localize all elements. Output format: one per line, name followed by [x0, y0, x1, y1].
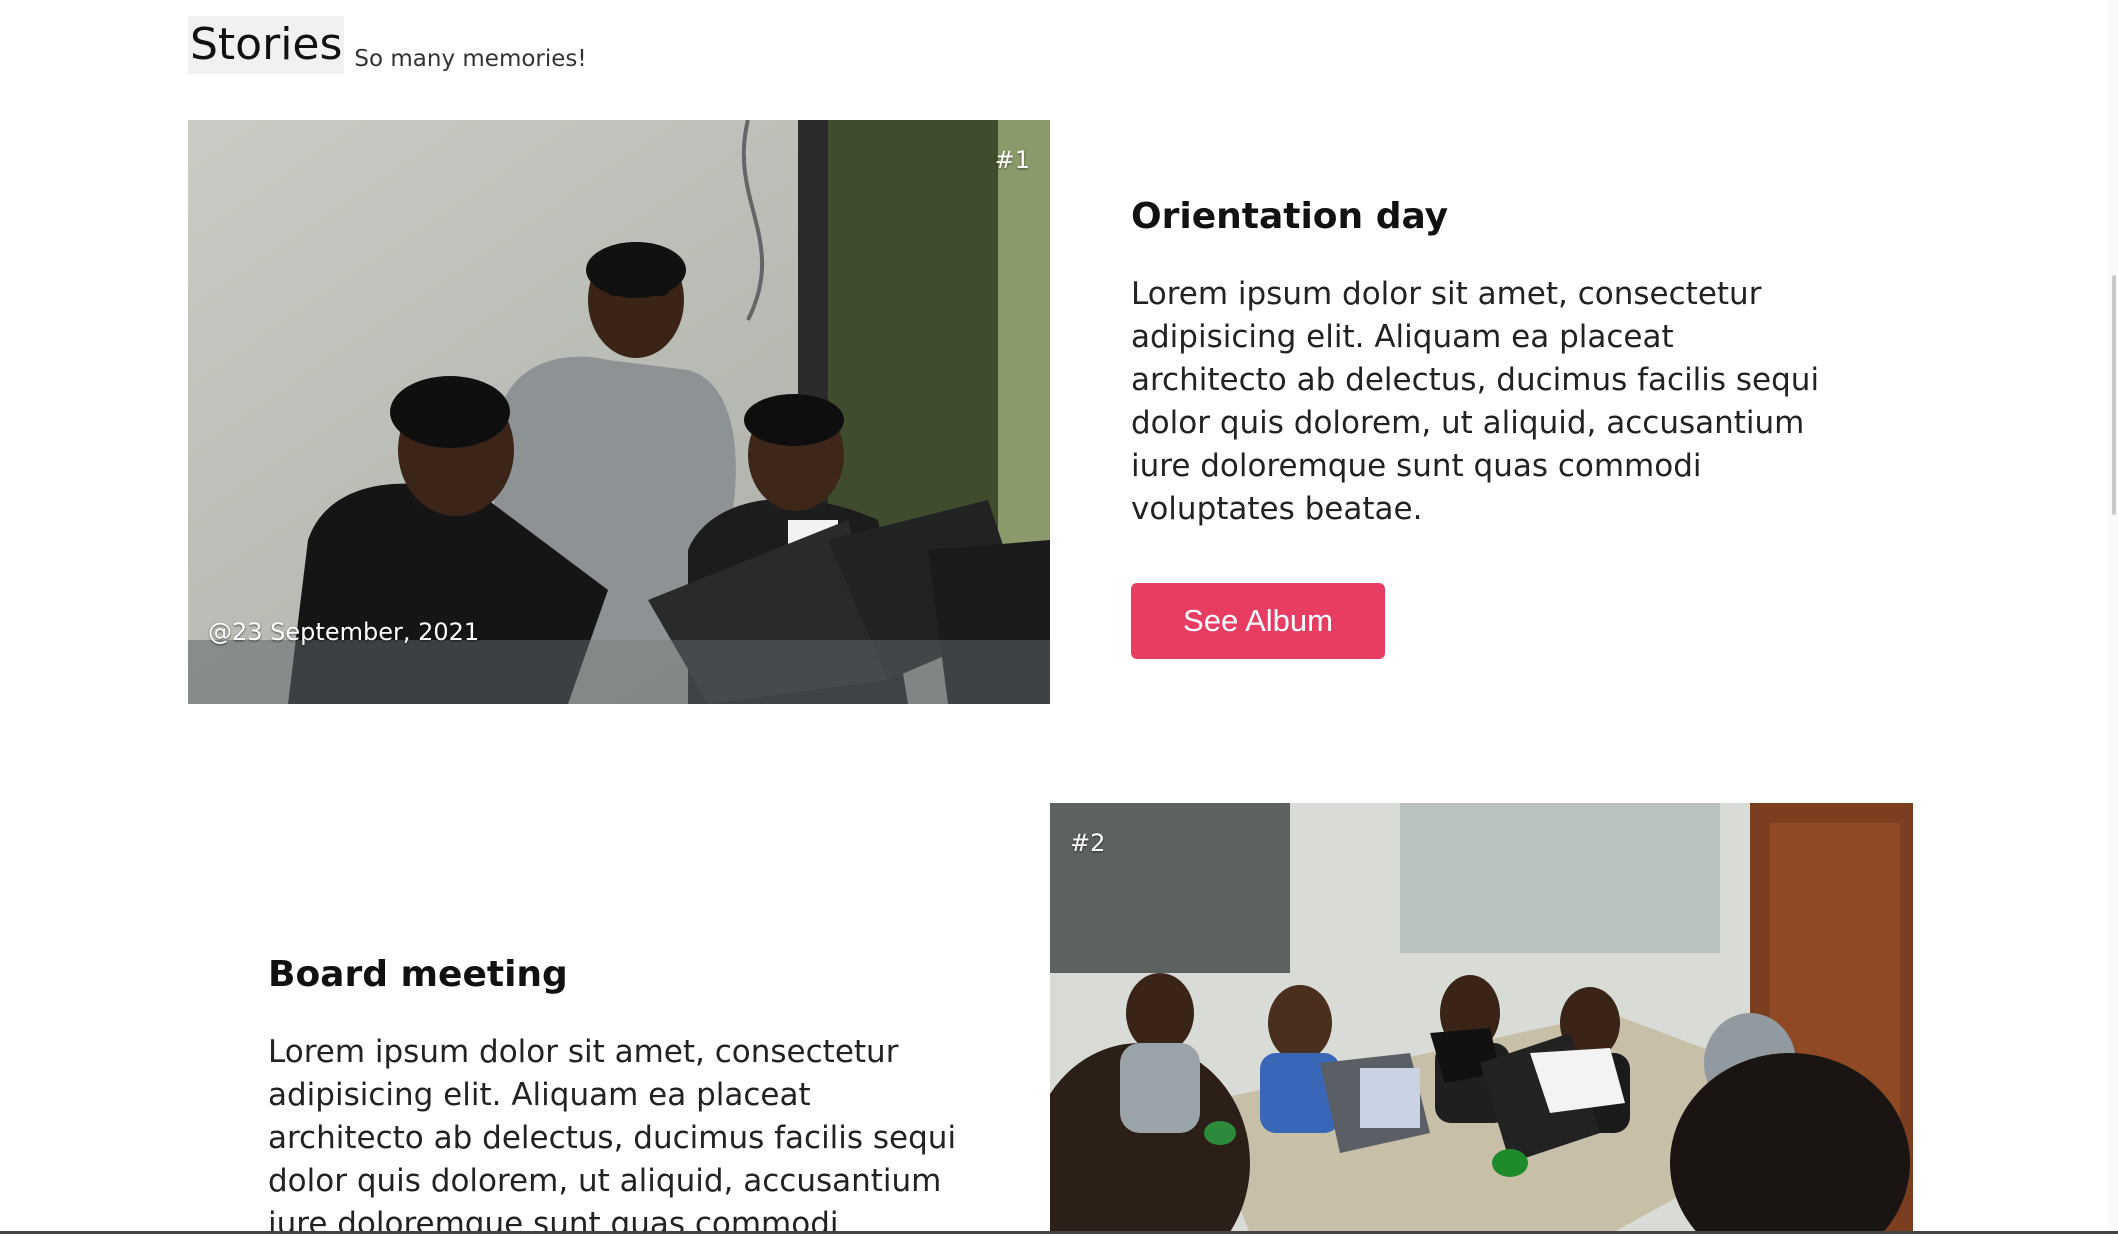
story-body-2: Lorem ipsum dolor sit amet, consectetur …: [268, 1034, 957, 1234]
section-header: Stories So many memories!: [188, 14, 587, 74]
board-meeting-photo: [1050, 803, 1913, 1234]
scrollbar-thumb[interactable]: [2112, 275, 2116, 515]
story-date-1: @23 September, 2021: [208, 618, 480, 646]
see-album-button[interactable]: See Album: [1131, 583, 1385, 659]
section-title: Stories: [188, 16, 345, 74]
story-title-1: Orientation day: [1131, 196, 1449, 237]
story-number-2: #2: [1070, 829, 1106, 857]
scrollbar[interactable]: [2108, 0, 2118, 1234]
story-text-2: Board meeting Lorem ipsum dolor sit amet…: [268, 954, 968, 1234]
story-body-1: Lorem ipsum dolor sit amet, consectetur …: [1131, 276, 1820, 527]
story-number-1: #1: [994, 146, 1030, 174]
page: Stories So many memories! #1 @23 Septemb…: [0, 0, 2118, 1234]
orientation-day-photo: [188, 120, 1050, 704]
story-photo-1[interactable]: #1 @23 September, 2021: [188, 120, 1050, 704]
story-title-2: Board meeting: [268, 954, 568, 995]
section-subtitle: So many memories!: [354, 46, 587, 72]
story-text-1: Orientation day Lorem ipsum dolor sit am…: [1131, 196, 1831, 659]
story-photo-2[interactable]: #2: [1050, 803, 1913, 1234]
